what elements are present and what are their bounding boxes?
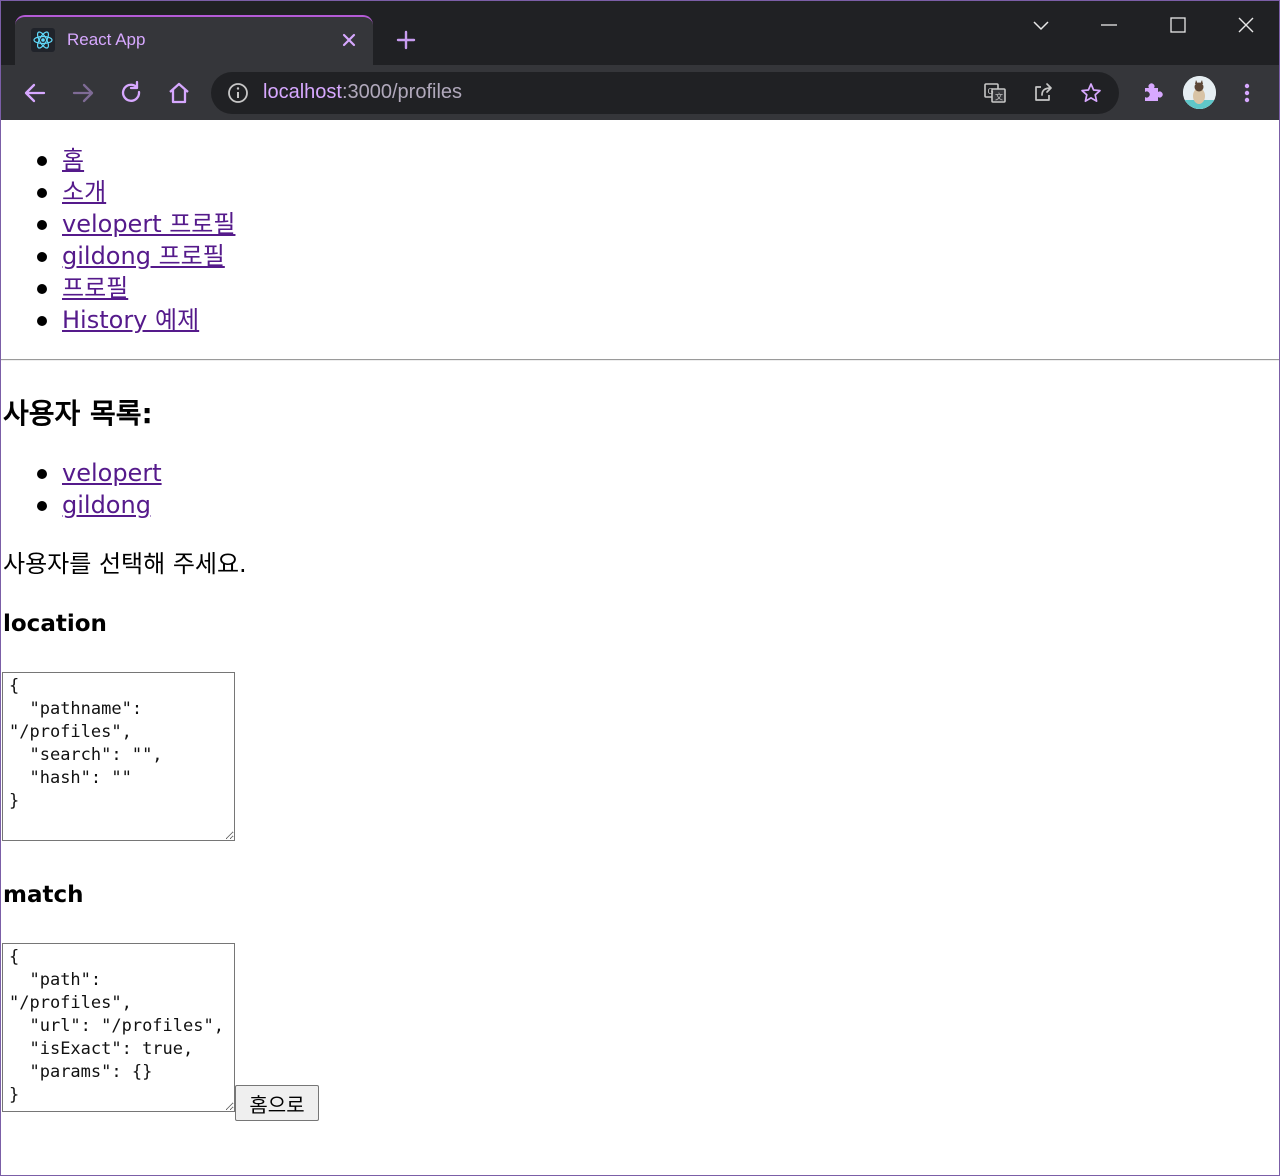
nav-link-profiles[interactable]: 프로필 (62, 274, 128, 302)
user-link-gildong[interactable]: gildong (62, 491, 151, 519)
match-heading: match (3, 882, 84, 908)
horizontal-rule (1, 359, 1279, 361)
nav-link-about[interactable]: 소개 (62, 178, 106, 206)
user-link-velopert[interactable]: velopert (62, 459, 162, 487)
svg-text:文: 文 (995, 92, 1003, 102)
url-host: localhost (263, 81, 342, 103)
nav-item-velopert-profile: velopert 프로필 (1, 208, 235, 240)
star-icon[interactable] (1079, 81, 1103, 105)
nav-item-gildong-profile: gildong 프로필 (1, 240, 235, 272)
url-text[interactable]: localhost:3000/profiles (263, 81, 462, 104)
minimize-icon[interactable] (1097, 13, 1121, 37)
tab-react-app[interactable]: React App (15, 15, 373, 65)
nav-link-velopert-profile[interactable]: velopert 프로필 (62, 210, 235, 238)
svg-text:G: G (988, 87, 994, 96)
nav-link-home[interactable]: 홈 (62, 146, 84, 174)
address-bar[interactable]: localhost:3000/profiles G 文 (211, 72, 1119, 114)
main-nav: 홈 소개 velopert 프로필 gildong 프로필 프로필 Histor… (1, 144, 235, 336)
nav-item-history: History 예제 (1, 304, 235, 336)
forward-arrow-icon[interactable] (69, 79, 97, 107)
location-heading: location (3, 611, 107, 637)
react-icon (31, 28, 55, 52)
plus-icon[interactable] (395, 29, 417, 51)
home-icon[interactable] (165, 79, 193, 107)
location-json-textarea[interactable]: { "pathname": "/profiles", "search": "",… (2, 672, 235, 841)
puzzle-icon[interactable] (1139, 79, 1167, 107)
browser-titlebar: React App (1, 1, 1279, 65)
tab-title: React App (67, 30, 146, 49)
nav-item-home: 홈 (1, 144, 235, 176)
close-icon[interactable] (339, 30, 359, 50)
list-item: gildong (1, 489, 162, 521)
select-user-message: 사용자를 선택해 주세요. (3, 550, 247, 578)
nav-item-about: 소개 (1, 176, 235, 208)
page-content: 홈 소개 velopert 프로필 gildong 프로필 프로필 Histor… (1, 120, 1279, 1175)
user-list: velopert gildong (1, 457, 162, 521)
share-icon[interactable] (1031, 81, 1055, 105)
url-path: :3000/profiles (341, 81, 463, 103)
translate-icon[interactable]: G 文 (983, 81, 1007, 105)
go-home-button[interactable]: 홈으로 (235, 1085, 319, 1121)
maximize-icon[interactable] (1166, 13, 1190, 37)
nav-link-history[interactable]: History 예제 (62, 306, 199, 334)
list-item: velopert (1, 457, 162, 489)
back-arrow-icon[interactable] (21, 79, 49, 107)
avatar-image (1183, 76, 1216, 109)
chevron-down-icon[interactable] (1029, 13, 1053, 37)
avatar[interactable] (1183, 76, 1216, 109)
nav-link-gildong-profile[interactable]: gildong 프로필 (62, 242, 225, 270)
match-json-textarea[interactable]: { "path": "/profiles", "url": "/profiles… (2, 943, 235, 1112)
info-icon[interactable] (227, 82, 249, 104)
reload-icon[interactable] (117, 79, 145, 107)
browser-toolbar: localhost:3000/profiles G 文 (1, 65, 1279, 120)
nav-item-profiles: 프로필 (1, 272, 235, 304)
kebab-menu-icon[interactable] (1233, 79, 1261, 107)
window-close-icon[interactable] (1234, 13, 1258, 37)
user-list-heading: 사용자 목록: (3, 397, 153, 430)
